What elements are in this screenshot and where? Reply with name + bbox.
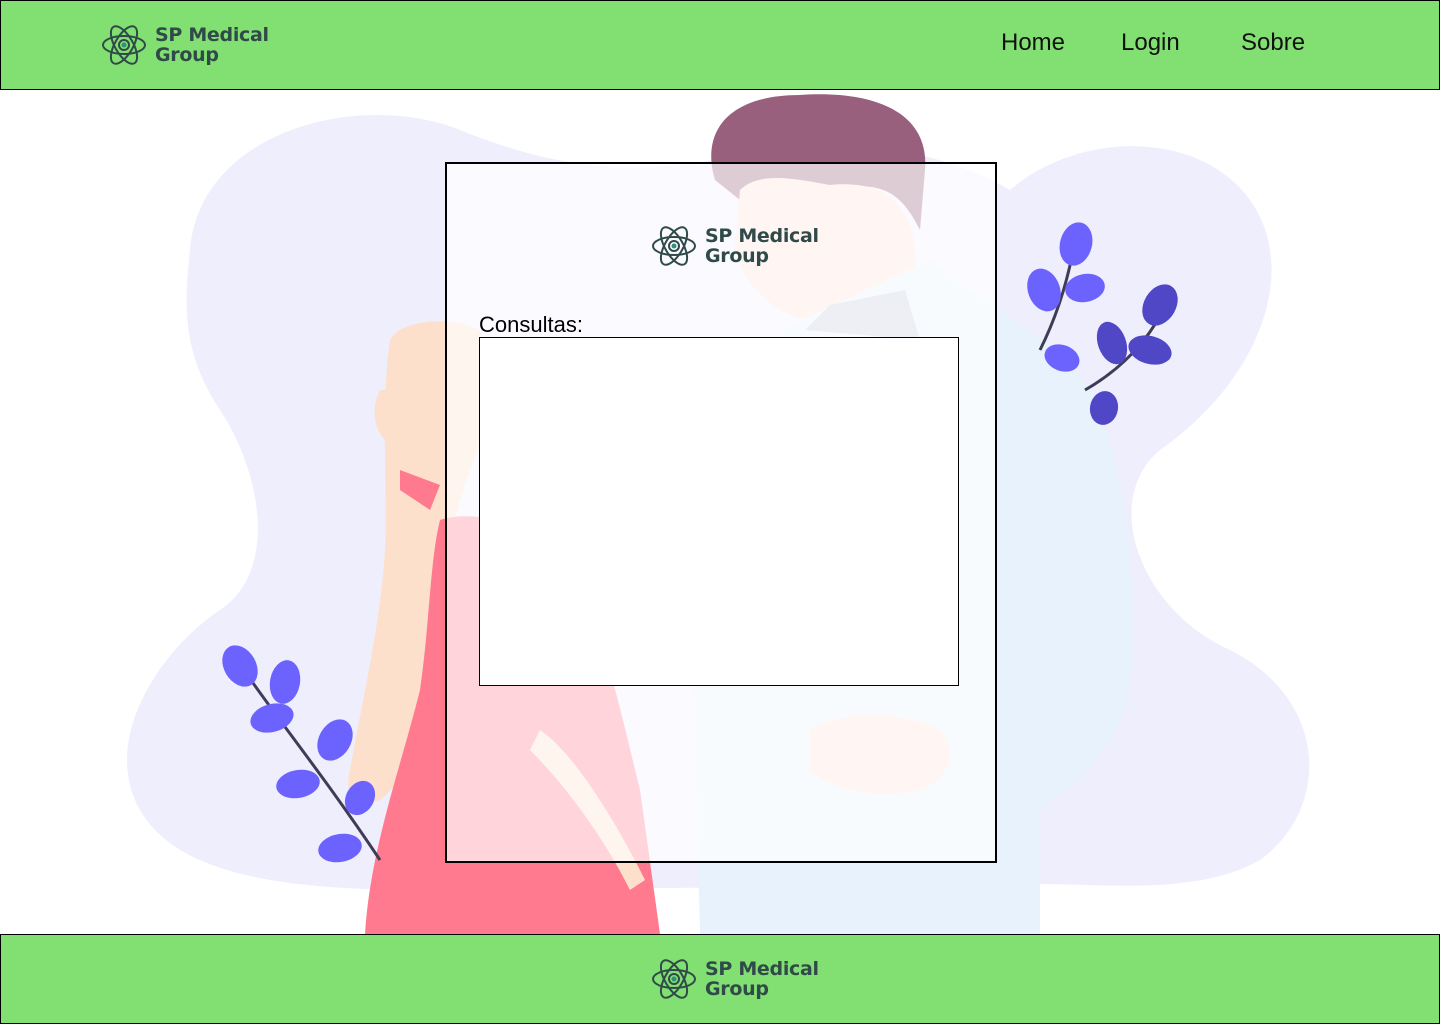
footer: SP Medical Group (0, 934, 1440, 1024)
consultas-card: SP Medical Group Consultas: (445, 162, 997, 863)
nav-home[interactable]: Home (1001, 29, 1065, 57)
top-navbar: SP Medical Group Home Login Sobre (0, 0, 1440, 90)
atom-icon (652, 959, 696, 999)
consultas-label: Consultas: (479, 312, 583, 337)
brand-name: SP Medical Group (705, 959, 819, 999)
brand-name: SP Medical Group (155, 25, 269, 65)
brand-line2: Group (705, 245, 769, 267)
nav-login[interactable]: Login (1121, 29, 1180, 57)
brand-line2: Group (705, 978, 769, 1000)
brand-line1: SP Medical (705, 225, 819, 247)
header-logo[interactable]: SP Medical Group (101, 21, 269, 69)
brand-line2: Group (155, 44, 219, 66)
atom-icon (652, 226, 696, 266)
atom-icon (102, 25, 146, 65)
footer-logo: SP Medical Group (651, 955, 819, 1003)
consultas-list[interactable] (479, 337, 959, 686)
nav-sobre[interactable]: Sobre (1241, 29, 1305, 57)
brand-line1: SP Medical (155, 24, 269, 46)
brand-name: SP Medical Group (705, 226, 819, 266)
brand-line1: SP Medical (705, 958, 819, 980)
card-logo: SP Medical Group (651, 222, 819, 270)
